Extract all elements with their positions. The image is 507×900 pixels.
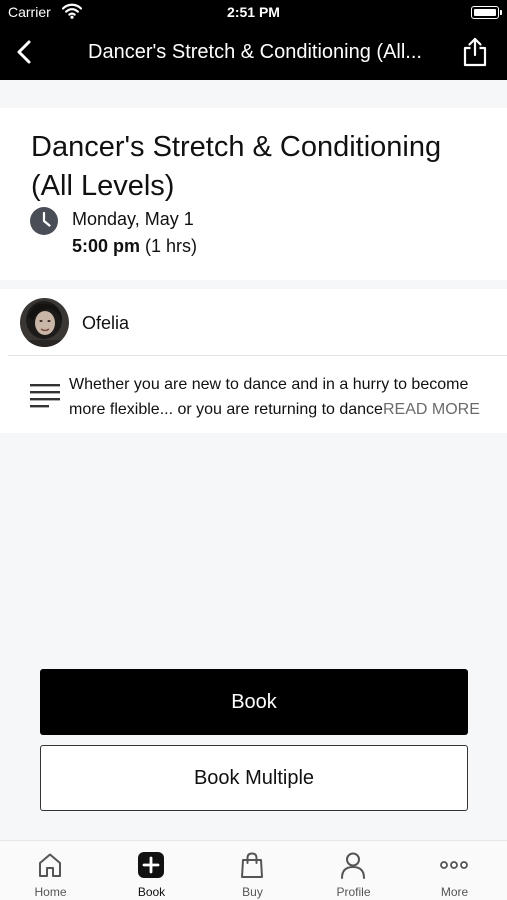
tab-book[interactable]: Book (101, 841, 202, 900)
chevron-left-icon[interactable] (12, 38, 38, 66)
more-dots-icon (440, 861, 468, 869)
teacher-photo (20, 298, 69, 347)
class-title: Dancer's Stretch & Conditioning (All Lev… (31, 131, 442, 202)
nav-title: Dancer's Stretch & Conditioning (All... (88, 41, 422, 63)
divider (8, 355, 507, 356)
tab-label: Profile (336, 885, 371, 899)
tab-buy[interactable]: Buy (202, 841, 303, 900)
tab-label: Buy (242, 885, 263, 899)
book-button[interactable]: Book (40, 669, 468, 735)
avatar[interactable] (20, 298, 69, 347)
tab-label: Home (34, 885, 67, 899)
read-more-link[interactable]: READ MORE (383, 397, 480, 422)
spacer (0, 80, 507, 108)
navigation-bar: Dancer's Stretch & Conditioning (All... (0, 24, 507, 80)
status-time: 2:51 PM (227, 4, 280, 20)
class-time: 5:00 pm (1 hrs) (72, 236, 197, 257)
battery-icon (471, 6, 502, 19)
person-icon (341, 852, 365, 879)
class-start-time: 5:00 pm (72, 236, 141, 256)
tab-profile[interactable]: Profile (303, 841, 404, 900)
plus-square-icon (138, 852, 164, 878)
text-lines-icon (30, 384, 60, 408)
clock-icon (30, 207, 58, 235)
tab-home[interactable]: Home (0, 841, 101, 900)
tab-more[interactable]: More (404, 841, 505, 900)
book-multiple-button[interactable]: Book Multiple (40, 745, 468, 811)
tab-bar: Home Book Buy Profile More (0, 840, 507, 900)
share-icon[interactable] (461, 36, 489, 68)
teacher-name[interactable]: Ofelia (82, 313, 129, 334)
class-duration: (1 hrs) (140, 236, 198, 256)
class-date: Monday, May 1 (72, 209, 194, 229)
shopping-bag-icon (241, 852, 263, 878)
tab-label: More (440, 885, 469, 899)
home-icon (39, 853, 61, 877)
tab-label: Book (137, 885, 166, 899)
status-bar: Carrier 2:51 PM (0, 0, 507, 24)
